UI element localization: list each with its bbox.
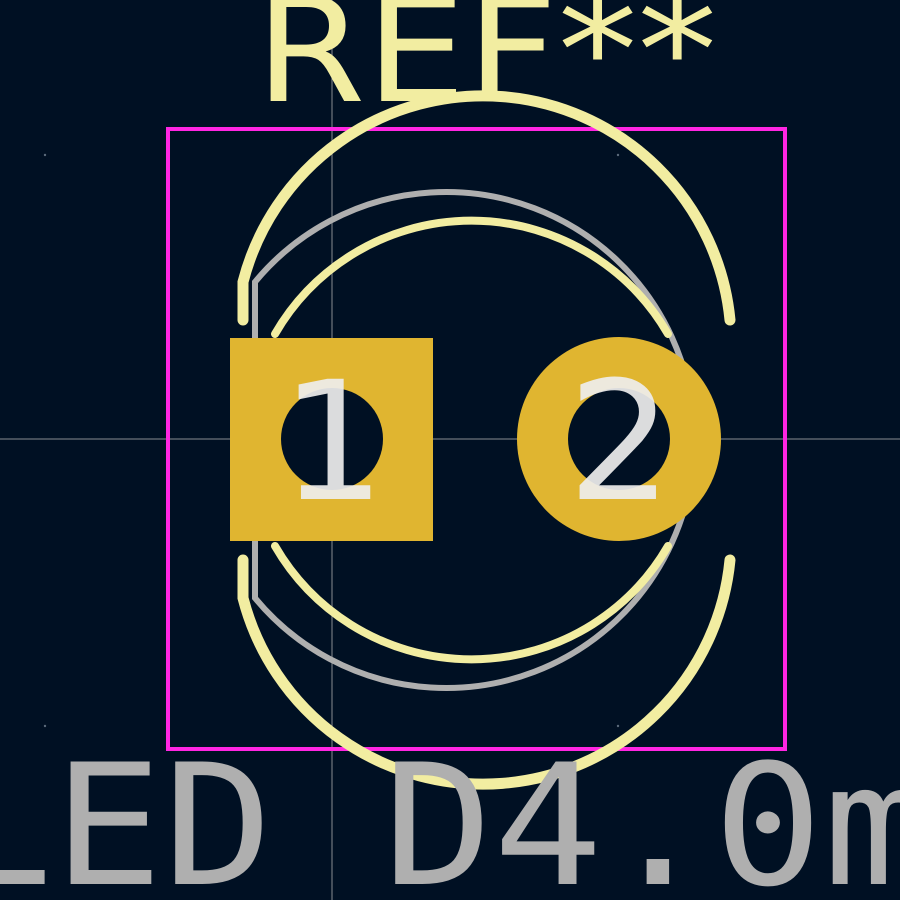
pad-1[interactable]: 1 xyxy=(230,338,433,541)
pad-1-number: 1 xyxy=(281,346,386,538)
grid-dot xyxy=(616,153,620,157)
footprint-value[interactable]: LED_D4.0mm xyxy=(0,728,900,900)
grid-dot xyxy=(43,153,47,157)
reference-designator[interactable]: REF** xyxy=(255,0,717,136)
pcb-footprint-canvas[interactable]: 1 2 REF** LED_D4.0mm xyxy=(0,0,900,900)
grid-dot xyxy=(616,724,620,728)
pad-2[interactable]: 2 xyxy=(517,337,721,541)
pad-2-number: 2 xyxy=(568,346,673,538)
grid-dot xyxy=(43,724,47,728)
